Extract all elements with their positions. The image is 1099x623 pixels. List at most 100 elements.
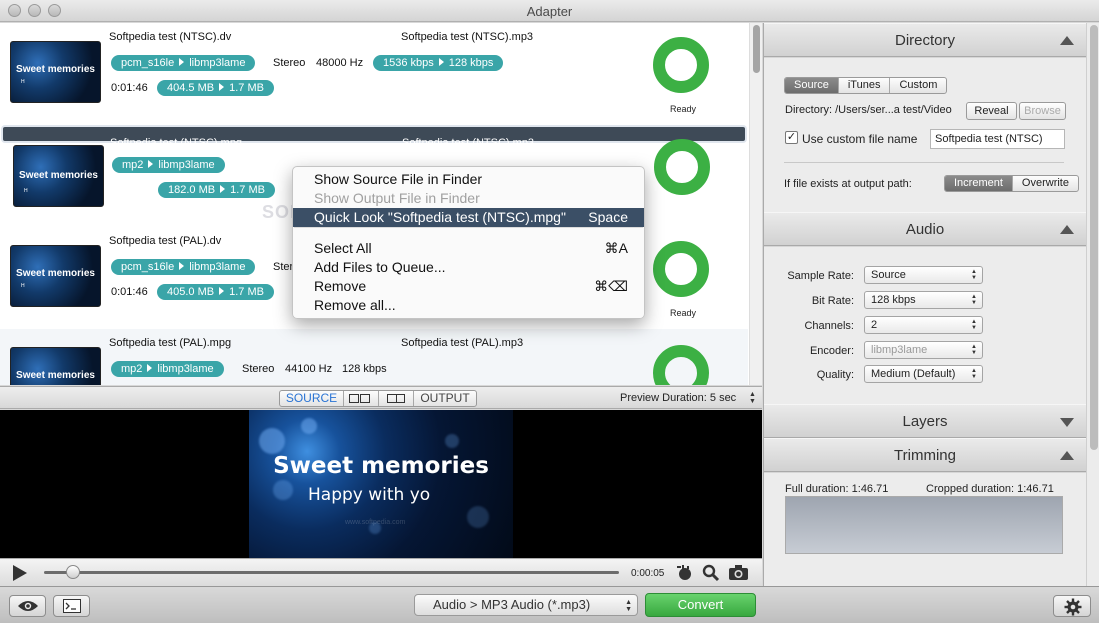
directory-section-header[interactable]: Directory	[764, 23, 1086, 57]
video-watermark: www.softpedia.com	[345, 519, 406, 526]
audio-section-header[interactable]: Audio	[764, 212, 1086, 246]
collapse-triangle-icon[interactable]	[1060, 451, 1074, 460]
gear-icon	[1064, 598, 1082, 616]
custom-name-checkbox[interactable]: ✓	[785, 131, 798, 144]
bit-rate-select[interactable]: 128 kbps ▲ ▼	[864, 291, 983, 309]
arrow-right-icon	[219, 83, 225, 91]
output-preset-select[interactable]: Audio > MP3 Audio (*.mp3) ▲ ▼	[414, 594, 638, 616]
sample-rate-select[interactable]: Source ▲ ▼	[864, 266, 983, 284]
menu-item-remove-all[interactable]: Remove all...	[293, 296, 644, 315]
queue-scroll-thumb[interactable]	[753, 25, 760, 73]
codec-pill: mp2 libmp3lame	[112, 157, 225, 173]
status-text: Ready	[671, 209, 698, 219]
tools-icon[interactable]	[674, 563, 694, 583]
sample-rate-info: 48000 Hz	[316, 57, 364, 69]
tab-source[interactable]: Source	[785, 78, 839, 93]
stepper-arrows-icon[interactable]: ▲ ▼	[749, 391, 756, 405]
queue-row[interactable]: Sweet memories H Softpedia test (NTSC).d…	[0, 23, 748, 125]
log-console-button[interactable]	[53, 595, 90, 617]
full-duration-label: Full duration: 1:46.71	[785, 483, 889, 495]
magnifier-icon[interactable]	[701, 563, 721, 583]
tab-itunes[interactable]: iTunes	[839, 78, 891, 93]
expand-triangle-icon[interactable]	[1060, 418, 1074, 427]
output-file-name: Softpedia test (NTSC).mp3	[402, 137, 535, 149]
output-file-name: Softpedia test (NTSC).mp3	[401, 31, 534, 43]
overwrite-option[interactable]: Overwrite	[1013, 176, 1078, 191]
video-thumbnail: Sweet memories H	[10, 41, 101, 103]
channels-label: Channels:	[804, 320, 854, 332]
queue-row-selected[interactable]: Sweet memories H Softpedia test (NTSC).m…	[1, 125, 747, 219]
seek-handle[interactable]	[65, 565, 80, 579]
window-title: Adapter	[526, 4, 573, 19]
status-text: Ready	[670, 104, 697, 114]
title-bar: Adapter	[0, 0, 1099, 22]
select-arrows-icon: ▲ ▼	[971, 344, 977, 356]
select-arrows-icon: ▲ ▼	[971, 294, 977, 306]
size-pill: 182.0 MB 1.7 MB	[158, 182, 275, 198]
quality-label: Quality:	[816, 369, 854, 381]
video-subtitle-text: Happy with yo	[308, 485, 431, 505]
directory-section: Source iTunes Custom Directory: /Users/s…	[764, 58, 1086, 212]
encoder-label: Encoder:	[809, 345, 854, 357]
playback-controls: 0:00:05	[0, 558, 762, 586]
sample-rate-label: Sample Rate:	[787, 270, 854, 282]
collapse-triangle-icon[interactable]	[1060, 225, 1074, 234]
side-by-side-view-button[interactable]	[344, 391, 379, 406]
queue-row[interactable]: Sweet memories H Softpedia test (PAL).mp…	[0, 329, 748, 385]
status-text: Ready	[670, 308, 697, 318]
preview-toggle-button[interactable]	[9, 595, 46, 617]
video-thumbnail: Sweet memories H	[10, 245, 101, 307]
bitrate-info: 128 kbps	[342, 363, 387, 375]
camera-icon[interactable]	[728, 563, 748, 583]
output-view-button[interactable]: OUTPUT	[414, 391, 476, 406]
layers-section-header[interactable]: Layers	[764, 404, 1086, 438]
collapse-triangle-icon[interactable]	[1060, 36, 1074, 45]
menu-item-show-source[interactable]: Show Source File in Finder	[293, 170, 644, 189]
select-arrows-icon: ▲ ▼	[971, 319, 977, 331]
video-thumbnail: Sweet memories H	[13, 145, 104, 207]
duration-info: 0:01:46	[111, 82, 148, 94]
menu-item-add-files[interactable]: Add Files to Queue...	[293, 258, 644, 277]
panel-scroll-thumb[interactable]	[1090, 25, 1098, 450]
channels-info: Stereo	[242, 363, 275, 375]
eye-icon	[18, 601, 38, 611]
preview-mode-switch: SOURCE OUTPUT	[279, 390, 477, 407]
overlay-view-button[interactable]	[379, 391, 414, 406]
arrow-right-icon	[179, 58, 185, 66]
video-frame: Sweet memories Happy with yo www.softped…	[249, 410, 513, 558]
custom-name-field[interactable]: Softpedia test (NTSC)	[930, 129, 1065, 149]
quality-select[interactable]: Medium (Default) ▲ ▼	[864, 365, 983, 383]
increment-option[interactable]: Increment	[945, 176, 1013, 191]
bottom-toolbar: Audio > MP3 Audio (*.mp3) ▲ ▼ Convert	[0, 586, 1099, 623]
select-arrows-icon: ▲ ▼	[625, 599, 632, 613]
menu-item-remove[interactable]: Remove ⌘⌫	[293, 277, 644, 296]
progress-ring-icon	[654, 139, 710, 195]
play-icon[interactable]	[13, 565, 27, 581]
channels-info: Ster	[273, 261, 294, 273]
menu-item-select-all[interactable]: Select All ⌘A	[293, 239, 644, 258]
preview-duration[interactable]: Preview Duration: 5 sec	[620, 392, 736, 404]
encoder-select: libmp3lame ▲ ▼	[864, 341, 983, 359]
panel-scrollbar[interactable]	[1086, 23, 1099, 586]
queue-scrollbar[interactable]	[749, 23, 762, 385]
browse-button: Browse	[1019, 102, 1066, 120]
source-view-button[interactable]: SOURCE	[280, 391, 344, 406]
seek-bar[interactable]	[44, 571, 619, 574]
reveal-button[interactable]: Reveal	[966, 102, 1017, 120]
divider	[784, 162, 1064, 163]
directory-tabs: Source iTunes Custom	[784, 77, 948, 94]
size-pill: 405.0 MB 1.7 MB	[157, 284, 274, 300]
select-arrows-icon: ▲ ▼	[971, 368, 977, 380]
tab-custom[interactable]: Custom	[890, 78, 946, 93]
duration-info: 0:01:46	[112, 186, 149, 198]
size-pill: 404.5 MB 1.7 MB	[157, 80, 274, 96]
audio-section: Sample Rate: Source ▲ ▼ Bit Rate: 128 kbps…	[764, 247, 1086, 404]
split-view-icon	[349, 394, 359, 403]
channels-select[interactable]: 2 ▲ ▼	[864, 316, 983, 334]
convert-button[interactable]: Convert	[645, 593, 756, 617]
menu-item-quick-look[interactable]: Quick Look "Softpedia test (NTSC).mpg" Sp…	[293, 208, 644, 227]
trim-range-selector[interactable]	[785, 496, 1063, 554]
menu-item-show-output: Show Output File in Finder	[314, 190, 480, 206]
settings-button[interactable]	[1053, 595, 1091, 617]
trimming-section-header[interactable]: Trimming	[764, 438, 1086, 472]
